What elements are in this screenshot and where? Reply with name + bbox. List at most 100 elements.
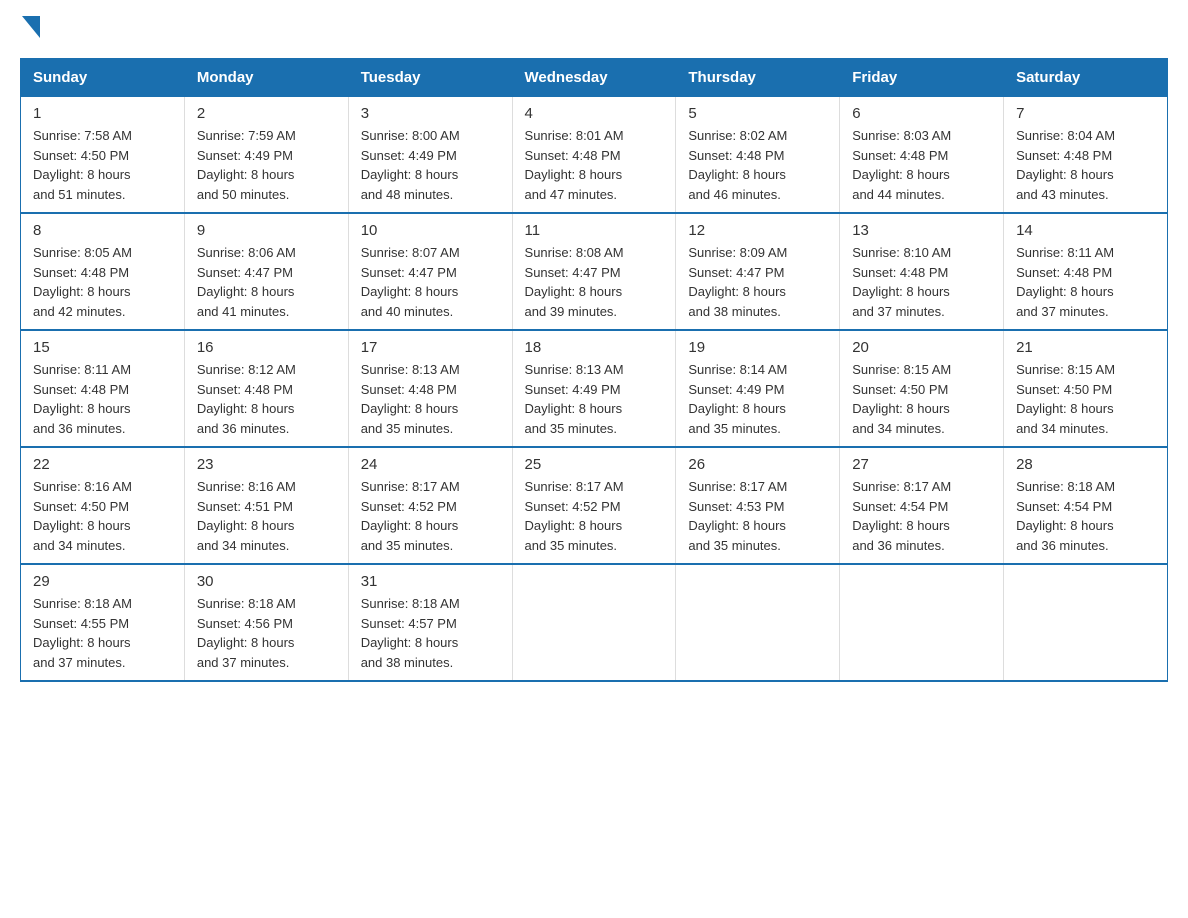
col-header-sunday: Sunday (21, 59, 185, 97)
week-row-5: 29Sunrise: 8:18 AMSunset: 4:55 PMDayligh… (21, 564, 1168, 681)
day-number: 12 (688, 222, 827, 239)
day-info: Sunrise: 8:06 AMSunset: 4:47 PMDaylight:… (197, 243, 336, 321)
week-row-4: 22 Sunrise: 8:16 AMSunset: 4:50 PMDayligh… (21, 447, 1168, 564)
day-cell: 1Sunrise: 7:58 AMSunset: 4:50 PMDaylight… (21, 97, 185, 214)
day-number: 19 (688, 339, 827, 356)
day-number: 13 (852, 222, 991, 239)
day-cell: 8Sunrise: 8:05 AMSunset: 4:48 PMDaylight… (21, 213, 185, 330)
day-cell: 21Sunrise: 8:15 AMSunset: 4:50 PMDayligh… (1004, 330, 1168, 447)
day-cell (1004, 564, 1168, 681)
day-number: 17 (361, 339, 500, 356)
day-number: 16 (197, 339, 336, 356)
day-cell: 29Sunrise: 8:18 AMSunset: 4:55 PMDayligh… (21, 564, 185, 681)
day-cell: 17 Sunrise: 8:13 AMSunset: 4:48 PMDayligh… (348, 330, 512, 447)
day-cell: 5 Sunrise: 8:02 AMSunset: 4:48 PMDaylight… (676, 97, 840, 214)
day-number: 6 (852, 105, 991, 122)
day-cell: 6Sunrise: 8:03 AMSunset: 4:48 PMDaylight… (840, 97, 1004, 214)
day-cell: 13 Sunrise: 8:10 AMSunset: 4:48 PMDayligh… (840, 213, 1004, 330)
day-info: Sunrise: 8:15 AMSunset: 4:50 PMDaylight:… (1016, 360, 1155, 438)
day-info: Sunrise: 8:04 AMSunset: 4:48 PMDaylight:… (1016, 126, 1155, 204)
day-cell: 10 Sunrise: 8:07 AMSunset: 4:47 PMDayligh… (348, 213, 512, 330)
day-number: 25 (525, 456, 664, 473)
col-header-saturday: Saturday (1004, 59, 1168, 97)
day-info: Sunrise: 8:17 AMSunset: 4:52 PMDaylight:… (361, 477, 500, 555)
day-number: 20 (852, 339, 991, 356)
day-info: Sunrise: 8:12 AMSunset: 4:48 PMDaylight:… (197, 360, 336, 438)
day-cell: 12 Sunrise: 8:09 AMSunset: 4:47 PMDayligh… (676, 213, 840, 330)
day-number: 2 (197, 105, 336, 122)
day-cell: 9 Sunrise: 8:06 AMSunset: 4:47 PMDaylight… (184, 213, 348, 330)
day-number: 4 (525, 105, 664, 122)
day-number: 1 (33, 105, 172, 122)
day-cell: 24 Sunrise: 8:17 AMSunset: 4:52 PMDayligh… (348, 447, 512, 564)
day-info: Sunrise: 8:07 AMSunset: 4:47 PMDaylight:… (361, 243, 500, 321)
day-cell: 7 Sunrise: 8:04 AMSunset: 4:48 PMDaylight… (1004, 97, 1168, 214)
day-number: 22 (33, 456, 172, 473)
day-info: Sunrise: 8:18 AMSunset: 4:56 PMDaylight:… (197, 594, 336, 672)
day-number: 5 (688, 105, 827, 122)
col-header-wednesday: Wednesday (512, 59, 676, 97)
day-cell: 20 Sunrise: 8:15 AMSunset: 4:50 PMDayligh… (840, 330, 1004, 447)
day-cell: 31 Sunrise: 8:18 AMSunset: 4:57 PMDayligh… (348, 564, 512, 681)
day-info: Sunrise: 8:10 AMSunset: 4:48 PMDaylight:… (852, 243, 991, 321)
day-info: Sunrise: 8:15 AMSunset: 4:50 PMDaylight:… (852, 360, 991, 438)
day-number: 23 (197, 456, 336, 473)
day-cell: 25 Sunrise: 8:17 AMSunset: 4:52 PMDayligh… (512, 447, 676, 564)
day-cell: 16 Sunrise: 8:12 AMSunset: 4:48 PMDayligh… (184, 330, 348, 447)
day-number: 26 (688, 456, 827, 473)
day-info: Sunrise: 8:16 AMSunset: 4:51 PMDaylight:… (197, 477, 336, 555)
day-number: 3 (361, 105, 500, 122)
col-header-thursday: Thursday (676, 59, 840, 97)
day-info: Sunrise: 8:00 AMSunset: 4:49 PMDaylight:… (361, 126, 500, 204)
day-cell (840, 564, 1004, 681)
day-number: 10 (361, 222, 500, 239)
day-info: Sunrise: 8:09 AMSunset: 4:47 PMDaylight:… (688, 243, 827, 321)
day-cell: 27 Sunrise: 8:17 AMSunset: 4:54 PMDayligh… (840, 447, 1004, 564)
week-row-2: 8Sunrise: 8:05 AMSunset: 4:48 PMDaylight… (21, 213, 1168, 330)
day-cell (676, 564, 840, 681)
day-info: Sunrise: 8:02 AMSunset: 4:48 PMDaylight:… (688, 126, 827, 204)
day-info: Sunrise: 8:18 AMSunset: 4:55 PMDaylight:… (33, 594, 172, 672)
day-info: Sunrise: 8:14 AMSunset: 4:49 PMDaylight:… (688, 360, 827, 438)
day-info: Sunrise: 8:13 AMSunset: 4:49 PMDaylight:… (525, 360, 664, 438)
day-cell: 14Sunrise: 8:11 AMSunset: 4:48 PMDayligh… (1004, 213, 1168, 330)
day-cell: 11 Sunrise: 8:08 AMSunset: 4:47 PMDayligh… (512, 213, 676, 330)
day-cell (512, 564, 676, 681)
day-info: Sunrise: 8:18 AMSunset: 4:57 PMDaylight:… (361, 594, 500, 672)
day-cell: 22 Sunrise: 8:16 AMSunset: 4:50 PMDayligh… (21, 447, 185, 564)
page-header (20, 20, 1168, 38)
day-number: 27 (852, 456, 991, 473)
day-number: 9 (197, 222, 336, 239)
day-info: Sunrise: 8:16 AMSunset: 4:50 PMDaylight:… (33, 477, 172, 555)
day-number: 11 (525, 222, 664, 239)
day-cell: 19 Sunrise: 8:14 AMSunset: 4:49 PMDayligh… (676, 330, 840, 447)
calendar-header-row: SundayMondayTuesdayWednesdayThursdayFrid… (21, 59, 1168, 97)
day-number: 15 (33, 339, 172, 356)
day-info: Sunrise: 8:17 AMSunset: 4:52 PMDaylight:… (525, 477, 664, 555)
day-info: Sunrise: 8:13 AMSunset: 4:48 PMDaylight:… (361, 360, 500, 438)
logo-arrow-icon (20, 20, 40, 38)
day-cell: 18 Sunrise: 8:13 AMSunset: 4:49 PMDayligh… (512, 330, 676, 447)
day-number: 24 (361, 456, 500, 473)
day-cell: 2Sunrise: 7:59 AMSunset: 4:49 PMDaylight… (184, 97, 348, 214)
day-info: Sunrise: 8:01 AMSunset: 4:48 PMDaylight:… (525, 126, 664, 204)
day-info: Sunrise: 8:08 AMSunset: 4:47 PMDaylight:… (525, 243, 664, 321)
day-info: Sunrise: 8:17 AMSunset: 4:53 PMDaylight:… (688, 477, 827, 555)
day-number: 7 (1016, 105, 1155, 122)
day-info: Sunrise: 8:11 AMSunset: 4:48 PMDaylight:… (33, 360, 172, 438)
day-cell: 3 Sunrise: 8:00 AMSunset: 4:49 PMDaylight… (348, 97, 512, 214)
day-info: Sunrise: 8:05 AMSunset: 4:48 PMDaylight:… (33, 243, 172, 321)
logo (20, 20, 40, 38)
calendar-table: SundayMondayTuesdayWednesdayThursdayFrid… (20, 58, 1168, 682)
day-info: Sunrise: 8:11 AMSunset: 4:48 PMDaylight:… (1016, 243, 1155, 321)
day-info: Sunrise: 8:18 AMSunset: 4:54 PMDaylight:… (1016, 477, 1155, 555)
week-row-1: 1Sunrise: 7:58 AMSunset: 4:50 PMDaylight… (21, 97, 1168, 214)
day-number: 18 (525, 339, 664, 356)
col-header-monday: Monday (184, 59, 348, 97)
day-number: 28 (1016, 456, 1155, 473)
day-cell: 15 Sunrise: 8:11 AMSunset: 4:48 PMDayligh… (21, 330, 185, 447)
day-cell: 28 Sunrise: 8:18 AMSunset: 4:54 PMDayligh… (1004, 447, 1168, 564)
col-header-friday: Friday (840, 59, 1004, 97)
day-number: 31 (361, 573, 500, 590)
day-info: Sunrise: 8:17 AMSunset: 4:54 PMDaylight:… (852, 477, 991, 555)
